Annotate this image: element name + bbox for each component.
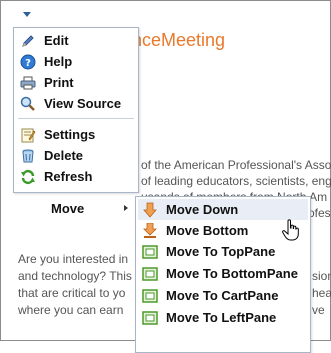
submenu-arrow-icon <box>124 205 128 211</box>
magnifier-icon <box>20 96 36 112</box>
paragraph-line: hea <box>312 286 331 300</box>
menu-item-help[interactable]: ? Help <box>16 51 136 72</box>
paragraph-line: sion <box>312 269 331 283</box>
menu-trigger-arrow-icon[interactable] <box>23 12 31 17</box>
pane-icon <box>142 310 158 326</box>
refresh-icon <box>20 169 36 185</box>
menu-item-label: Refresh <box>44 169 93 184</box>
paragraph-line: that are critical to yo <box>18 286 126 300</box>
menu-item-print[interactable]: Print <box>16 72 136 93</box>
menu-separator <box>18 118 134 119</box>
menu-item-label: Print <box>44 75 74 90</box>
menu-item-label: Edit <box>44 33 69 48</box>
pencil-icon <box>20 33 36 49</box>
menu-item-label: Delete <box>44 148 84 163</box>
submenu-item-label: Move To CartPane <box>166 288 279 303</box>
menu-item-refresh[interactable]: Refresh <box>16 166 136 187</box>
submenu-item-move-to-cartpane[interactable]: Move To CartPane <box>138 285 308 306</box>
menu-item-move[interactable]: Move <box>15 198 137 219</box>
menu-item-label: Move <box>51 201 85 216</box>
paragraph-line: Are you interested in <box>18 252 129 266</box>
arrow-down-icon <box>142 202 158 218</box>
submenu-item-move-down[interactable]: Move Down <box>138 199 308 220</box>
paragraph-line: where you can earn <box>18 303 124 317</box>
svg-text:?: ? <box>25 58 31 69</box>
menu-item-settings[interactable]: Settings <box>16 124 136 145</box>
arrow-bottom-icon <box>142 222 158 239</box>
submenu-item-label: Move To LeftPane <box>166 310 277 325</box>
submenu-item-label: Move Bottom <box>166 223 249 238</box>
menu-item-label: View Source <box>44 96 122 111</box>
page-frame: vanceMeeting of the American Professiona… <box>0 0 331 353</box>
menu-item-edit[interactable]: Edit <box>16 30 136 51</box>
pane-icon <box>142 266 158 282</box>
paragraph-line: ve <box>312 303 325 317</box>
settings-icon <box>20 127 36 143</box>
paragraph-line: of the American Professional's Assoc <box>141 158 331 172</box>
pane-icon <box>142 288 158 304</box>
paragraph-line: and technology? This <box>18 269 132 283</box>
submenu-item-label: Move To BottomPane <box>166 266 298 281</box>
help-icon: ? <box>20 54 36 70</box>
submenu-item-label: Move To TopPane <box>166 244 276 259</box>
paragraph-line: of leading educators, scientists, eng <box>141 174 331 188</box>
menu-item-delete[interactable]: Delete <box>16 145 136 166</box>
submenu-item-move-to-leftpane[interactable]: Move To LeftPane <box>138 307 308 328</box>
hand-cursor-icon <box>282 219 300 246</box>
menu-item-label: Settings <box>44 127 96 142</box>
pane-icon <box>142 244 158 260</box>
trash-icon <box>20 148 36 164</box>
menu-item-view-source[interactable]: View Source <box>16 93 136 114</box>
menu-item-label: Help <box>44 54 73 69</box>
submenu-item-move-to-bottompane[interactable]: Move To BottomPane <box>138 263 308 284</box>
print-icon <box>20 75 36 91</box>
context-menu: Edit ? Help Print View Source Settings D… <box>13 27 139 193</box>
submenu-item-label: Move Down <box>166 202 239 217</box>
